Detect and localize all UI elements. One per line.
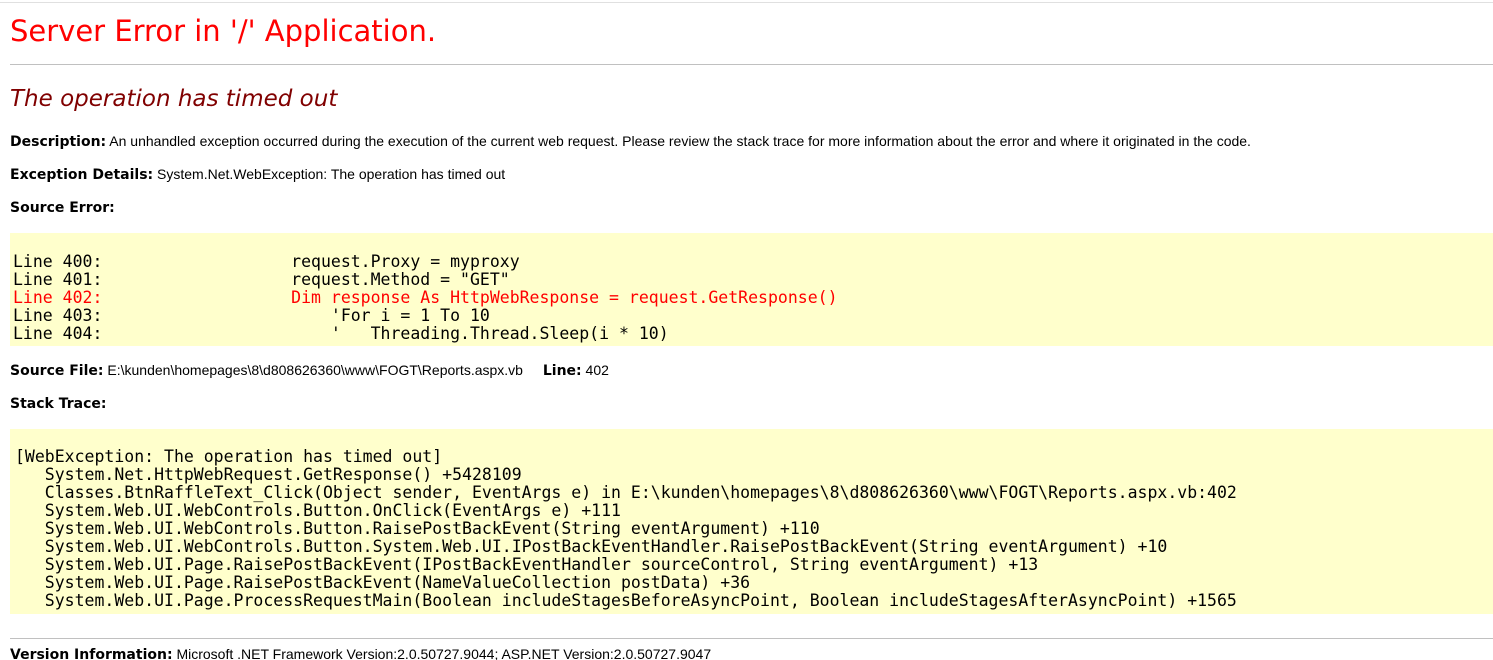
stack-trace-label: Stack Trace: <box>10 396 107 412</box>
title-divider <box>10 64 1493 65</box>
source-error-code: Line 400: request.Proxy = myproxy Line 4… <box>10 233 1493 346</box>
page-title: Server Error in '/' Application. <box>10 14 437 48</box>
stack-trace-heading: Stack Trace: <box>10 395 106 412</box>
description-line: Description: An unhandled exception occu… <box>10 133 1251 150</box>
version-divider <box>10 638 1493 639</box>
version-information-text: Microsoft .NET Framework Version:2.0.507… <box>176 646 712 660</box>
version-information-label: Version Information: <box>10 647 173 660</box>
source-file-path: E:\kunden\homepages\8\d808626360\www\FOG… <box>107 362 523 378</box>
source-file-line: Source File: E:\kunden\homepages\8\d8086… <box>10 362 609 379</box>
description-label: Description: <box>10 134 107 150</box>
stack-line: Classes.BtnRaffleText_Click(Object sende… <box>15 483 1237 502</box>
source-line-label: Line: <box>542 363 582 379</box>
stack-line: System.Net.HttpWebRequest.GetResponse() … <box>15 465 522 484</box>
source-error-label: Source Error: <box>10 200 115 216</box>
stack-line: System.Web.UI.Page.ProcessRequestMain(Bo… <box>15 591 1237 610</box>
source-line-highlighted: Line 402: Dim response As HttpWebRespons… <box>13 288 838 307</box>
source-file-label: Source File: <box>10 363 104 379</box>
exception-details-line: Exception Details: System.Net.WebExcepti… <box>10 166 505 183</box>
stack-line: System.Web.UI.Page.RaisePostBackEvent(Na… <box>15 573 751 592</box>
source-error-heading: Source Error: <box>10 199 115 216</box>
stack-line: System.Web.UI.Page.RaisePostBackEvent(IP… <box>15 555 1039 574</box>
top-border <box>0 2 1493 3</box>
stack-line: System.Web.UI.WebControls.Button.OnClick… <box>15 501 621 520</box>
version-information-line: Version Information: Microsoft .NET Fram… <box>10 646 711 660</box>
stack-line: System.Web.UI.WebControls.Button.System.… <box>15 537 1168 556</box>
description-text: An unhandled exception occurred during t… <box>109 133 1251 149</box>
error-message: The operation has timed out <box>10 86 338 112</box>
stack-line: [WebException: The operation has timed o… <box>15 447 443 466</box>
stack-trace-code: [WebException: The operation has timed o… <box>10 429 1493 614</box>
source-line: Line 404: ' Threading.Thread.Sleep(i * 1… <box>13 324 669 343</box>
source-line-number: 402 <box>585 362 609 378</box>
stack-line: System.Web.UI.WebControls.Button.RaisePo… <box>15 519 820 538</box>
exception-details-text: System.Net.WebException: The operation h… <box>157 166 506 182</box>
exception-details-label: Exception Details: <box>10 167 154 183</box>
source-line: Line 403: 'For i = 1 To 10 <box>13 306 490 325</box>
source-line: Line 401: request.Method = "GET" <box>13 270 510 289</box>
source-line: Line 400: request.Proxy = myproxy <box>13 252 520 271</box>
